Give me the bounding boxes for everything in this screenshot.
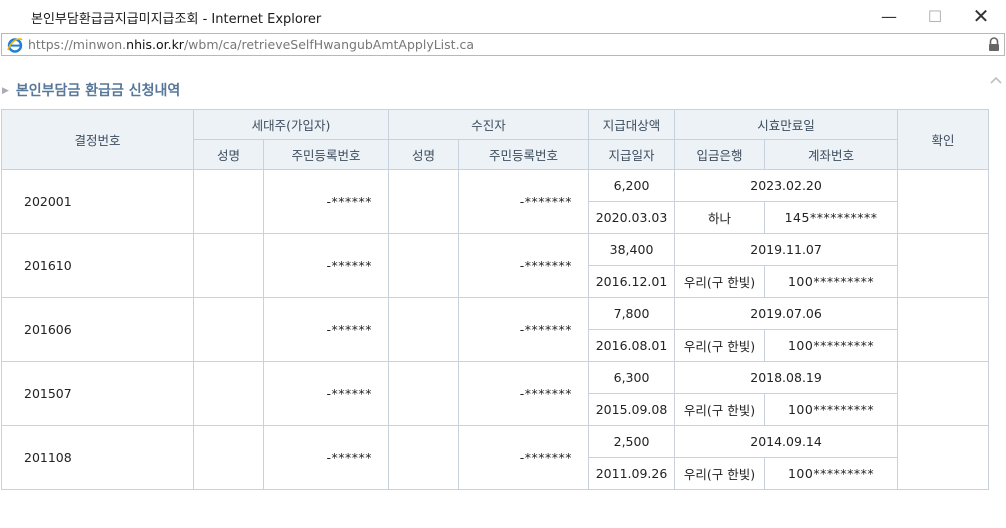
- payment-date: 2011.09.26: [588, 457, 676, 490]
- payment-amount: 6,300: [588, 361, 676, 394]
- payment-date: 2016.12.01: [588, 265, 676, 298]
- bullet-arrow-icon: ▶: [2, 86, 9, 96]
- recipient-rrn: -*******: [458, 361, 590, 426]
- header-decision: 결정번호: [1, 109, 194, 170]
- householder-name: [193, 233, 264, 298]
- account-number: 145**********: [764, 201, 899, 234]
- decision-number: 202001: [1, 169, 194, 234]
- account-number: 100*********: [764, 329, 899, 362]
- householder-name: [193, 361, 264, 426]
- account-number: 100*********: [764, 393, 899, 426]
- account-number: 100*********: [764, 265, 899, 298]
- url-domain: nhis.or.kr: [126, 37, 184, 52]
- decision-number: 201610: [1, 233, 194, 298]
- header-recipient: 수진자: [388, 109, 590, 140]
- expiry-date: 2019.11.07: [674, 233, 899, 266]
- url-text[interactable]: https://minwon.nhis.or.kr/wbm/ca/retriev…: [28, 37, 474, 52]
- page-content: ▶ 본인부담금 환급금 신청내역 결정번호 세대주(가입자) 수진자 지급대상액 …: [0, 57, 1006, 528]
- bank-name: 우리(구 한빛): [674, 329, 766, 362]
- expiry-date: 2019.07.06: [674, 297, 899, 330]
- window-title: 본인부담환급금지급미지급조회 - Internet Explorer: [31, 12, 322, 27]
- payment-date: 2015.09.08: [588, 393, 676, 426]
- householder-rrn: -******: [262, 361, 390, 426]
- chevron-up-icon[interactable]: [988, 73, 1004, 89]
- recipient-rrn: -*******: [458, 169, 590, 234]
- recipient-rrn: -*******: [458, 233, 590, 298]
- header-expiry: 시효만료일: [674, 109, 899, 140]
- address-bar[interactable]: https://minwon.nhis.or.kr/wbm/ca/retriev…: [1, 33, 1005, 56]
- recipient-name: [388, 361, 460, 426]
- decision-number: 201108: [1, 425, 194, 490]
- bank-name: 우리(구 한빛): [674, 265, 766, 298]
- header-name-householder: 성명: [193, 139, 264, 170]
- decision-number: 201507: [1, 361, 194, 426]
- header-amount: 지급대상액: [588, 109, 676, 140]
- header-rrn-householder: 주민등록번호: [262, 139, 390, 170]
- householder-rrn: -******: [262, 233, 390, 298]
- confirm-cell[interactable]: [897, 297, 990, 362]
- decision-number: 201606: [1, 297, 194, 362]
- header-confirm: 확인: [897, 109, 990, 170]
- close-button[interactable]: ✕: [958, 0, 1004, 32]
- recipient-rrn: -*******: [458, 297, 590, 362]
- payment-amount: 2,500: [588, 425, 676, 458]
- payment-amount: 6,200: [588, 169, 676, 202]
- table-row: 202001 -****** -******* 6,200 2023.02.20: [1, 169, 990, 234]
- recipient-rrn: -*******: [458, 425, 590, 490]
- account-number: 100*********: [764, 457, 899, 490]
- householder-name: [193, 425, 264, 490]
- header-paydate: 지급일자: [588, 139, 676, 170]
- section-title-text: 본인부담금 환급금 신청내역: [15, 83, 181, 99]
- householder-rrn: -******: [262, 297, 390, 362]
- lock-icon[interactable]: [987, 37, 1001, 52]
- ie-icon: [7, 38, 23, 53]
- table-row: 201507 -****** -******* 6,300 2018.08.19: [1, 361, 990, 426]
- recipient-name: [388, 425, 460, 490]
- bank-name: 하나: [674, 201, 766, 234]
- table-row: 201606 -****** -******* 7,800 2019.07.06: [1, 297, 990, 362]
- householder-rrn: -******: [262, 425, 390, 490]
- title-bar: 본인부담환급금지급미지급조회 - Internet Explorer — ☐ ✕: [0, 0, 1006, 32]
- header-bank: 입금은행: [674, 139, 766, 170]
- table-row: 201610 -****** -******* 38,400 2019.11.0…: [1, 233, 990, 298]
- confirm-cell[interactable]: [897, 361, 990, 426]
- section-title: ▶ 본인부담금 환급금 신청내역: [2, 80, 180, 100]
- bank-name: 우리(구 한빛): [674, 393, 766, 426]
- payment-date: 2020.03.03: [588, 201, 676, 234]
- header-name-recipient: 성명: [388, 139, 460, 170]
- header-account: 계좌번호: [764, 139, 899, 170]
- householder-rrn: -******: [262, 169, 390, 234]
- minimize-button[interactable]: —: [866, 0, 912, 32]
- expiry-date: 2014.09.14: [674, 425, 899, 458]
- refund-table: 결정번호 세대주(가입자) 수진자 지급대상액 시효만료일 확인 성명 주민등록…: [1, 109, 990, 490]
- payment-amount: 38,400: [588, 233, 676, 266]
- header-householder: 세대주(가입자): [192, 109, 390, 140]
- recipient-name: [388, 233, 460, 298]
- recipient-name: [388, 297, 460, 362]
- householder-name: [193, 297, 264, 362]
- expiry-date: 2023.02.20: [674, 169, 899, 202]
- bank-name: 우리(구 한빛): [674, 457, 766, 490]
- table-row: 201108 -****** -******* 2,500 2014.09.14: [1, 425, 990, 490]
- expiry-date: 2018.08.19: [674, 361, 899, 394]
- householder-name: [193, 169, 264, 234]
- maximize-button[interactable]: ☐: [912, 0, 958, 32]
- payment-amount: 7,800: [588, 297, 676, 330]
- confirm-cell[interactable]: [897, 169, 990, 234]
- confirm-cell[interactable]: [897, 425, 990, 490]
- recipient-name: [388, 169, 460, 234]
- header-rrn-recipient: 주민등록번호: [458, 139, 590, 170]
- payment-date: 2016.08.01: [588, 329, 676, 362]
- confirm-cell[interactable]: [897, 233, 990, 298]
